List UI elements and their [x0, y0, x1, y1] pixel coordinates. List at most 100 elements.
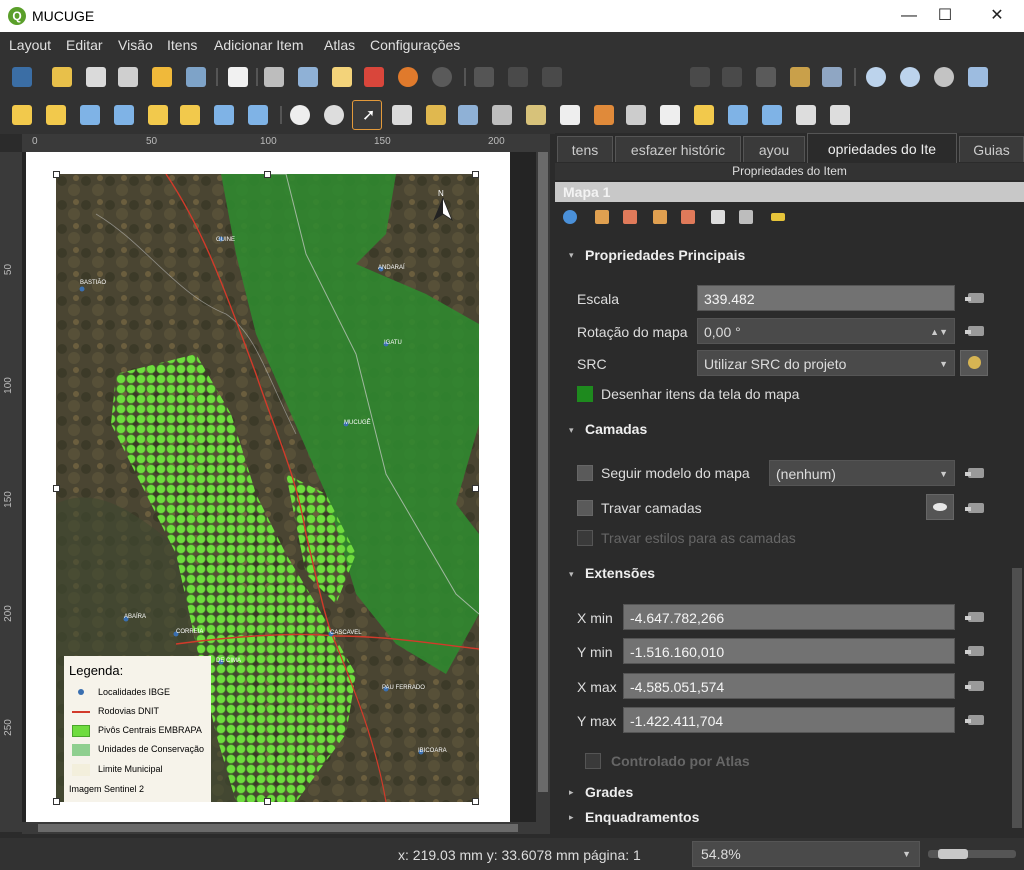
expand-arrow-icon[interactable]: ▸: [569, 812, 574, 823]
lock-items-icon[interactable]: [148, 105, 168, 125]
zoom-slider-handle[interactable]: [937, 849, 968, 859]
export-atlas-icon[interactable]: [790, 67, 810, 87]
collapse-arrow-icon[interactable]: ▾: [569, 250, 574, 261]
resize-handle[interactable]: [264, 171, 271, 178]
add-3d-map-icon[interactable]: [492, 105, 512, 125]
last-feature-icon[interactable]: [722, 67, 742, 87]
add-north-arrow-icon[interactable]: [660, 105, 680, 125]
resize-handle[interactable]: [264, 798, 271, 805]
previous-feature-icon[interactable]: [542, 67, 562, 87]
expand-arrow-icon[interactable]: ▸: [569, 787, 574, 798]
menu-configuracoes[interactable]: Configurações: [370, 37, 460, 53]
resize-handle[interactable]: [53, 485, 60, 492]
add-attribute-table-icon[interactable]: [830, 105, 850, 125]
data-defined-override-icon[interactable]: [965, 643, 987, 659]
ymin-input[interactable]: -1.516.160,010: [623, 638, 955, 664]
export-svg-icon[interactable]: [332, 67, 352, 87]
tab-items[interactable]: tens: [557, 136, 613, 162]
raise-item-icon[interactable]: [12, 105, 32, 125]
align-items-icon[interactable]: [180, 105, 200, 125]
add-picture-icon[interactable]: [526, 105, 546, 125]
resize-handle[interactable]: [53, 171, 60, 178]
print-icon[interactable]: [264, 67, 284, 87]
save-template-icon[interactable]: [186, 67, 206, 87]
spin-arrows-icon[interactable]: ▲▼: [930, 319, 948, 345]
lock-styles-checkbox[interactable]: [577, 530, 593, 546]
vertical-scrollbar[interactable]: [536, 152, 550, 822]
duplicate-layout-icon[interactable]: [86, 67, 106, 87]
maximize-button[interactable]: ☐: [922, 0, 968, 32]
crs-select[interactable]: Utilizar SRC do projeto ▼: [697, 350, 955, 376]
close-button[interactable]: ✕: [974, 0, 1020, 32]
add-legend-icon[interactable]: [594, 105, 614, 125]
horizontal-scrollbar[interactable]: [22, 822, 550, 834]
save-icon[interactable]: [12, 67, 32, 87]
export-image-icon[interactable]: [298, 67, 318, 87]
follow-theme-checkbox[interactable]: [577, 465, 593, 481]
add-polyline-icon[interactable]: [762, 105, 782, 125]
undo-icon[interactable]: [398, 67, 418, 87]
zoom-full-icon[interactable]: [968, 67, 988, 87]
zoom-actual-icon[interactable]: [934, 67, 954, 87]
set-scale-icon[interactable]: [653, 210, 667, 224]
menu-layout[interactable]: Layout: [9, 37, 51, 53]
select-crs-button[interactable]: [960, 350, 988, 376]
draw-canvas-items-checkbox[interactable]: [577, 386, 593, 402]
resize-handle[interactable]: [53, 798, 60, 805]
open-template-icon[interactable]: [152, 67, 172, 87]
view-extent-icon[interactable]: [623, 210, 637, 224]
zoom-select[interactable]: 54.8% ▼: [692, 841, 920, 867]
scrollbar-thumb[interactable]: [1012, 568, 1022, 828]
section-frames[interactable]: Enquadramentos: [585, 809, 699, 825]
theme-select[interactable]: (nenhum) ▼: [769, 460, 955, 486]
bookmark-icon[interactable]: [711, 210, 725, 224]
new-layout-icon[interactable]: [52, 67, 72, 87]
print-atlas-icon[interactable]: [756, 67, 776, 87]
atlas-settings-icon[interactable]: [822, 67, 842, 87]
section-main-properties[interactable]: Propriedades Principais: [585, 247, 745, 263]
data-defined-override-icon[interactable]: [965, 678, 987, 694]
menu-adicionar-item[interactable]: Adicionar Item: [214, 37, 303, 53]
xmax-input[interactable]: -4.585.051,574: [623, 673, 955, 699]
first-feature-icon[interactable]: [508, 67, 528, 87]
tab-layout[interactable]: ayou: [743, 136, 805, 162]
add-map-icon[interactable]: [458, 105, 478, 125]
rotation-spinbox[interactable]: 0,00 ° ▲▼: [697, 318, 955, 344]
collapse-arrow-icon[interactable]: ▾: [569, 569, 574, 580]
data-defined-override-icon[interactable]: [965, 500, 987, 516]
tab-undo-history[interactable]: esfazer históric: [615, 136, 741, 162]
data-defined-override-icon[interactable]: [965, 609, 987, 625]
ymax-input[interactable]: -1.422.411,704: [623, 707, 955, 733]
zoom-tool-icon[interactable]: [324, 105, 344, 125]
scale-input[interactable]: 339.482: [697, 285, 955, 311]
menu-itens[interactable]: Itens: [167, 37, 197, 53]
pan-hand-icon[interactable]: [290, 105, 310, 125]
lock-layers-checkbox[interactable]: [577, 500, 593, 516]
zoom-slider[interactable]: [928, 849, 1016, 859]
labels-icon[interactable]: [739, 210, 753, 224]
atlas-controlled-checkbox[interactable]: [585, 753, 601, 769]
add-html-icon[interactable]: [796, 105, 816, 125]
ungroup-items-icon[interactable]: [114, 105, 134, 125]
new-page-icon[interactable]: [228, 67, 248, 87]
next-feature-icon[interactable]: [690, 67, 710, 87]
menu-visao[interactable]: Visão: [118, 37, 153, 53]
section-extents[interactable]: Extensões: [585, 565, 655, 581]
menu-atlas[interactable]: Atlas: [324, 37, 355, 53]
view-scale-icon[interactable]: [681, 210, 695, 224]
resize-handle[interactable]: [472, 171, 479, 178]
zoom-out-icon[interactable]: [900, 67, 920, 87]
section-grids[interactable]: Grades: [585, 784, 633, 800]
add-marker-icon[interactable]: [728, 105, 748, 125]
redo-icon[interactable]: [432, 67, 452, 87]
scrollbar-thumb[interactable]: [38, 824, 518, 832]
set-extent-icon[interactable]: [595, 210, 609, 224]
data-defined-override-icon[interactable]: [965, 712, 987, 728]
data-defined-override-icon[interactable]: [965, 465, 987, 481]
data-defined-override-icon[interactable]: [965, 290, 987, 306]
resize-handle[interactable]: [472, 485, 479, 492]
layer-visibility-button[interactable]: [926, 494, 954, 520]
map-legend[interactable]: Legenda: Localidades IBGE Rodovias DNIT …: [64, 656, 211, 802]
refresh-icon[interactable]: [563, 210, 577, 224]
add-shape-icon[interactable]: [694, 105, 714, 125]
